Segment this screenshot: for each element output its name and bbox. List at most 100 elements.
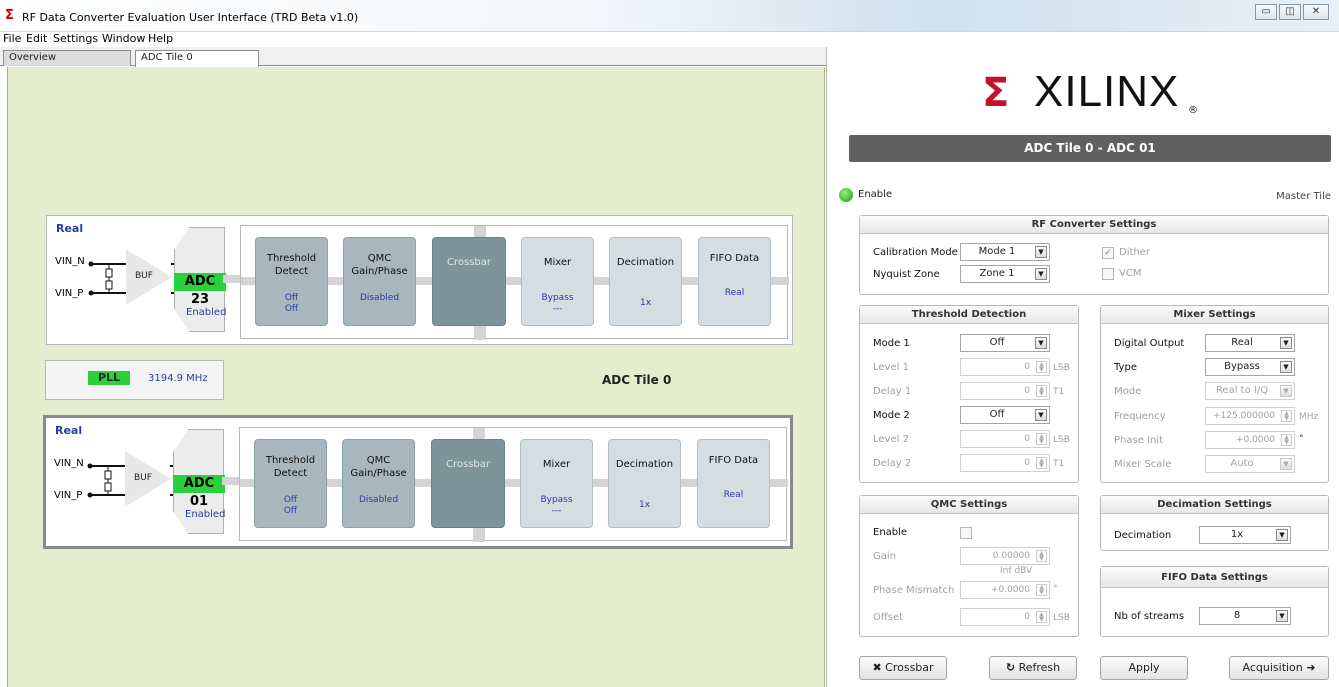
mixer-mode-label: Mode <box>1114 386 1142 397</box>
menu-edit[interactable]: Edit <box>26 32 47 45</box>
window-titlebar: Σ RF Data Converter Evaluation User Inte… <box>0 0 1339 32</box>
gain-label: Gain <box>873 551 896 562</box>
chevron-down-icon: ▼ <box>1280 361 1292 373</box>
qmc-enable-checkbox[interactable] <box>960 527 972 539</box>
level1-input[interactable]: 0 ▲ ▼ <box>960 358 1050 376</box>
buffer-label: BUF <box>134 473 152 483</box>
block-status: Bypass --- <box>522 293 593 315</box>
phase-mismatch-input[interactable]: +0.0000 ▲ ▼ <box>960 581 1050 599</box>
block-title: QMC Gain/Phase <box>350 455 407 479</box>
dither-checkbox[interactable]: ✓ <box>1102 247 1114 259</box>
button-label: Acquisition <box>1242 661 1303 674</box>
menu-settings[interactable]: Settings <box>53 32 98 45</box>
mode2-select[interactable]: Off ▼ <box>960 406 1050 424</box>
block-status: Off Off <box>256 293 327 315</box>
menu-file[interactable]: File <box>3 32 21 45</box>
mixer-type-select[interactable]: Bypass ▼ <box>1205 358 1295 376</box>
spinner-icon[interactable]: ▲ ▼ <box>1281 434 1292 446</box>
phase-init-input[interactable]: +0.0000 ▲ ▼ <box>1205 431 1295 449</box>
input-value: +125.000000 <box>1213 411 1275 421</box>
offset-label: Offset <box>873 612 904 623</box>
window-title: RF Data Converter Evaluation User Interf… <box>22 11 359 24</box>
input-value: 0 <box>1024 458 1030 468</box>
button-label: Crossbar <box>885 661 934 674</box>
processing-chain: Threshold Detect Off Off QMC Gain/Phase D… <box>239 427 788 542</box>
crossbar-block[interactable]: Crossbar <box>431 439 505 528</box>
spinner-icon[interactable]: ▲ ▼ <box>1036 385 1047 397</box>
spinner-icon[interactable]: ▲ ▼ <box>1036 611 1047 623</box>
mode2-label: Mode 2 <box>873 410 910 421</box>
adc-01-panel[interactable]: Real VIN_N VIN_P BUF ADC 01 Enabled Thre… <box>43 415 793 549</box>
logo-text: XILINX <box>1034 67 1180 116</box>
select-value: 8 <box>1233 610 1241 621</box>
qmc-block[interactable]: QMC Gain/Phase Disabled <box>343 237 416 326</box>
menu-window[interactable]: Window <box>102 32 145 45</box>
master-tile-label: Master Tile <box>1276 191 1331 202</box>
spinner-icon[interactable]: ▲ ▼ <box>1036 361 1047 373</box>
vin-p-label: VIN_P <box>54 490 83 501</box>
level2-input[interactable]: 0 ▲ ▼ <box>960 430 1050 448</box>
spinner-icon[interactable]: ▲ ▼ <box>1281 410 1292 422</box>
refresh-button[interactable]: ↻ Refresh <box>989 656 1077 680</box>
mixer-scale-select[interactable]: Auto ▼ <box>1205 455 1295 473</box>
maximize-button[interactable]: ◫ <box>1279 4 1301 20</box>
block-title: Crossbar <box>446 459 490 470</box>
mode1-select[interactable]: Off ▼ <box>960 334 1050 352</box>
select-value: Bypass <box>1224 361 1260 372</box>
nb-streams-label: Nb of streams <box>1114 611 1185 622</box>
crossbar-button[interactable]: ✖ Crossbar <box>859 656 947 680</box>
group-title: RF Converter Settings <box>860 216 1328 234</box>
menu-help[interactable]: Help <box>148 32 173 45</box>
threshold-detect-block[interactable]: Threshold Detect Off Off <box>254 439 327 528</box>
tab-overview[interactable]: Overview <box>3 50 131 66</box>
frequency-input[interactable]: +125.000000 ▲ ▼ <box>1205 407 1295 425</box>
nyquist-zone-select[interactable]: Zone 1 ▼ <box>960 265 1050 283</box>
pll-panel[interactable]: PLL 3194.9 MHz <box>45 360 224 400</box>
spinner-icon[interactable]: ▲ ▼ <box>1036 457 1047 469</box>
decimation-settings: Decimation Settings Decimation 1x ▼ <box>1100 495 1329 551</box>
fifo-block[interactable]: FIFO Data Real <box>697 439 770 528</box>
qmc-block[interactable]: QMC Gain/Phase Disabled <box>342 439 415 528</box>
xilinx-logo: Σ XILINX ® <box>982 67 1202 119</box>
mixer-block[interactable]: Mixer Bypass --- <box>520 439 593 528</box>
gain-input[interactable]: 0.00000 ▲ ▼ <box>960 547 1050 565</box>
minimize-button[interactable]: ▭ <box>1255 4 1277 20</box>
decimation-block[interactable]: Decimation 1x <box>608 439 681 528</box>
gain-db-label: Inf dBV <box>1000 566 1033 576</box>
mixer-block[interactable]: Mixer Bypass --- <box>521 237 594 326</box>
nb-streams-select[interactable]: 8 ▼ <box>1199 607 1291 625</box>
rf-converter-settings: RF Converter Settings Calibration Mode M… <box>859 215 1329 295</box>
vcm-checkbox[interactable] <box>1102 268 1114 280</box>
calibration-mode-select[interactable]: Mode 1 ▼ <box>960 243 1050 261</box>
dither-label: Dither <box>1119 247 1151 258</box>
offset-input[interactable]: 0 ▲ ▼ <box>960 608 1050 626</box>
input-mode-label: Real <box>56 222 84 235</box>
spinner-icon[interactable]: ▲ ▼ <box>1036 550 1047 562</box>
threshold-detection-settings: Threshold Detection Mode 1 Off ▼ Level 1 … <box>859 305 1079 483</box>
mixer-mode-select[interactable]: Real to I/Q ▼ <box>1205 382 1295 400</box>
select-value: Zone 1 <box>979 268 1015 279</box>
crossbar-block[interactable]: Crossbar <box>432 237 506 326</box>
vcm-label: VCM <box>1119 268 1142 279</box>
spinner-icon[interactable]: ▲ ▼ <box>1036 584 1047 596</box>
acquisition-button[interactable]: Acquisition ➜ <box>1229 656 1329 680</box>
group-title: FIFO Data Settings <box>1101 567 1328 588</box>
input-value: 0.00000 <box>992 551 1030 561</box>
apply-button[interactable]: Apply <box>1100 656 1188 680</box>
adc-23-panel[interactable]: Real VIN_N VIN_P BUF ADC 23 Enabled Thre… <box>46 215 793 345</box>
buffer-label: BUF <box>135 271 153 281</box>
tile-canvas: Real VIN_N VIN_P BUF ADC 23 Enabled Thre… <box>7 67 825 687</box>
enable-status-icon[interactable] <box>839 188 853 202</box>
tab-adc-tile-0[interactable]: ADC Tile 0 <box>135 50 259 67</box>
threshold-detect-block[interactable]: Threshold Detect Off Off <box>255 237 328 326</box>
vin-n-label: VIN_N <box>54 458 84 469</box>
decimation-select[interactable]: 1x ▼ <box>1199 526 1291 544</box>
delay2-input[interactable]: 0 ▲ ▼ <box>960 454 1050 472</box>
delay1-input[interactable]: 0 ▲ ▼ <box>960 382 1050 400</box>
digital-output-select[interactable]: Real ▼ <box>1205 334 1295 352</box>
unit-label: MHz <box>1299 412 1319 422</box>
close-button[interactable]: ✕ <box>1303 4 1329 20</box>
spinner-icon[interactable]: ▲ ▼ <box>1036 433 1047 445</box>
fifo-block[interactable]: FIFO Data Real <box>698 237 771 326</box>
decimation-block[interactable]: Decimation 1x <box>609 237 682 326</box>
